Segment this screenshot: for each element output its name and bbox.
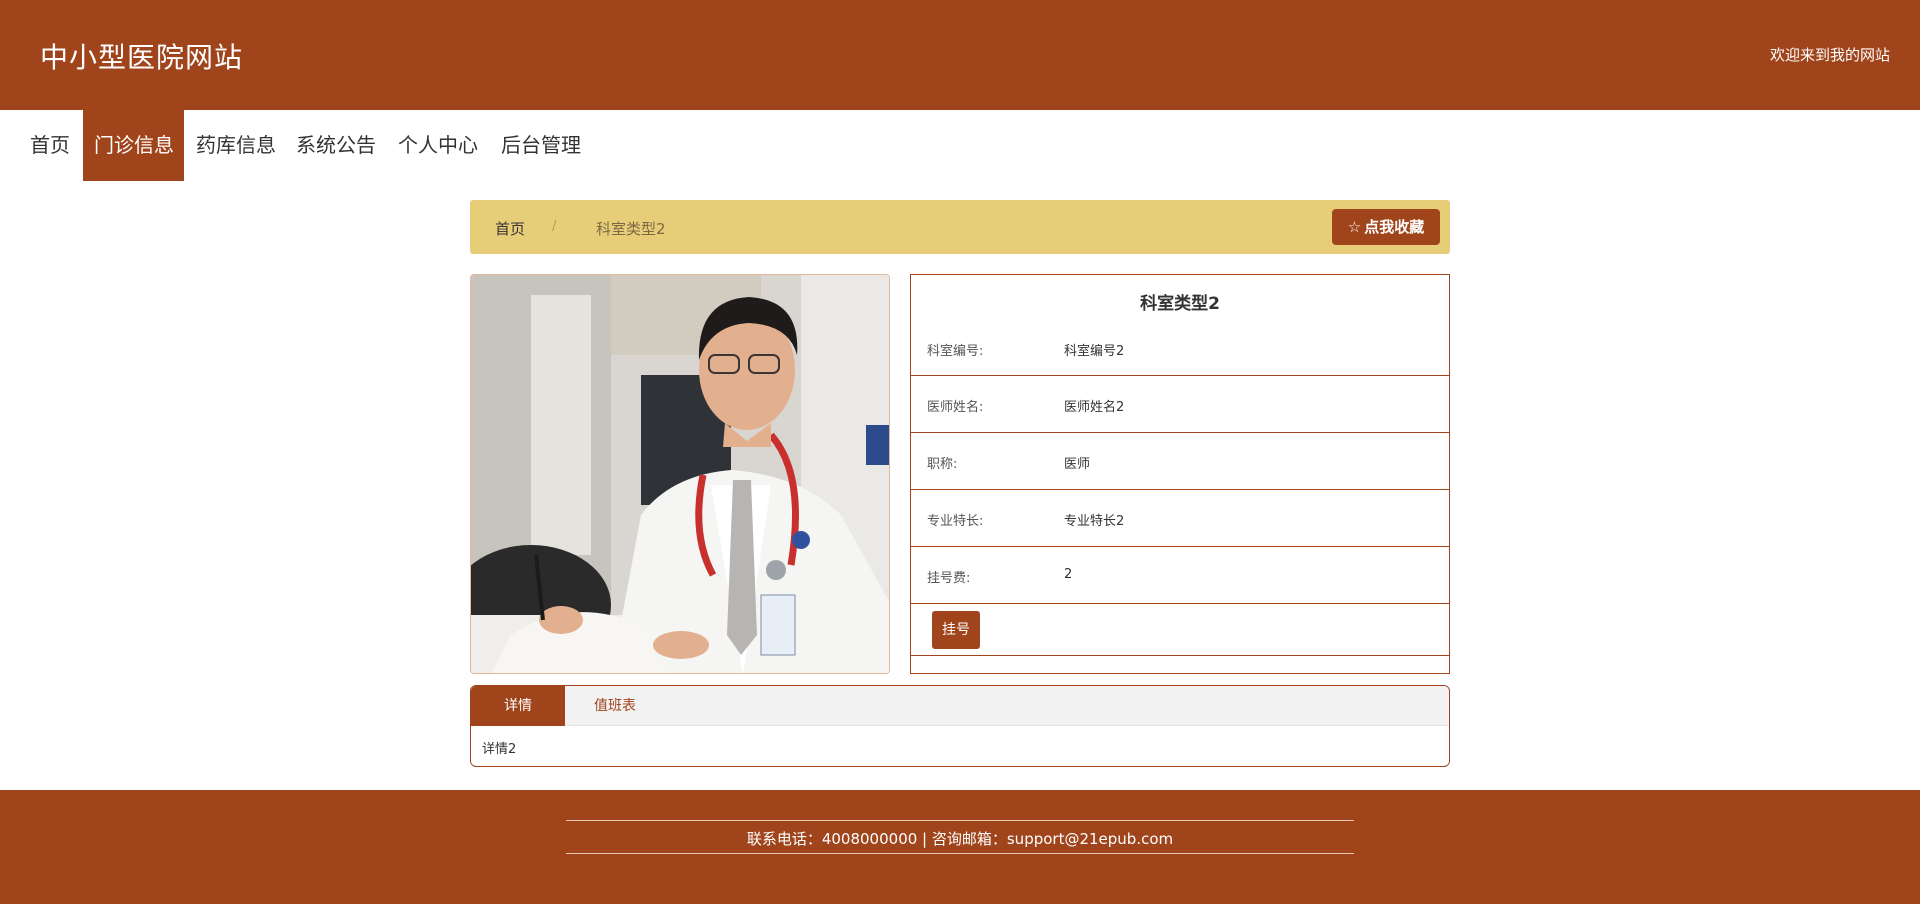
site-title: 中小型医院网站 <box>40 41 244 74</box>
footer-divider-bottom <box>566 853 1354 854</box>
nav-item-admin[interactable]: 后台管理 <box>491 110 591 181</box>
nav-item-announcements[interactable]: 系统公告 <box>286 110 386 181</box>
detail-row-title: 职称: 医师 <box>911 433 1449 490</box>
nav-item-personal-center[interactable]: 个人中心 <box>388 110 488 181</box>
footer-contact: 联系电话：4008000000 | 咨询邮箱：support@21epub.co… <box>746 830 1174 848</box>
detail-row-dept-code: 科室编号: 科室编号2 <box>911 275 1449 376</box>
detail-row-actions <box>911 604 1449 656</box>
footer-divider-top <box>566 820 1354 821</box>
doctor-photo <box>470 274 890 674</box>
dept-code-value: 科室编号2 <box>1064 344 1125 359</box>
dept-code-label: 科室编号: <box>927 344 984 359</box>
star-outline-icon: ☆ <box>1347 218 1362 236</box>
doctor-name-label: 医师姓名: <box>927 400 984 415</box>
nav-item-pharmacy[interactable]: 药库信息 <box>186 110 286 181</box>
breadcrumb: 首页 / 科室类型2 ☆ 点我收藏 <box>470 200 1450 254</box>
registration-fee-label: 挂号费: <box>927 571 971 586</box>
tab-duty-schedule[interactable]: 值班表 <box>565 686 665 726</box>
breadcrumb-home-link[interactable]: 首页 <box>495 218 525 239</box>
specialty-value: 专业特长2 <box>1064 514 1125 529</box>
main-nav: 首页 门诊信息 药库信息 系统公告 个人中心 后台管理 <box>0 110 1920 181</box>
detail-row-specialty: 专业特长: 专业特长2 <box>911 490 1449 547</box>
job-title-value: 医师 <box>1064 457 1091 472</box>
tabs-header: 详情 值班表 <box>471 686 1449 726</box>
specialty-label: 专业特长: <box>927 514 984 529</box>
breadcrumb-current: 科室类型2 <box>596 220 666 238</box>
tab-details[interactable]: 详情 <box>471 686 565 726</box>
site-footer: 联系电话：4008000000 | 咨询邮箱：support@21epub.co… <box>0 790 1920 904</box>
breadcrumb-separator: / <box>552 219 557 234</box>
detail-row-registration-fee: 挂号费: 2 <box>911 547 1449 604</box>
welcome-text: 欢迎来到我的网站 <box>1769 46 1890 64</box>
favorite-button[interactable]: ☆ 点我收藏 <box>1332 209 1440 245</box>
doctor-name-value: 医师姓名2 <box>1064 400 1125 415</box>
tab-content: 详情2 <box>482 742 517 757</box>
nav-item-home[interactable]: 首页 <box>20 110 80 181</box>
registration-fee-value: 2 <box>1064 567 1073 582</box>
favorite-button-label: 点我收藏 <box>1364 218 1425 236</box>
department-detail-panel: 科室类型2 科室编号: 科室编号2 医师姓名: 医师姓名2 职称: 医师 专业特… <box>910 274 1450 674</box>
detail-tabs: 详情 值班表 详情2 <box>470 685 1450 767</box>
register-button[interactable]: 挂号 <box>932 611 980 649</box>
nav-item-outpatient[interactable]: 门诊信息 <box>83 110 184 181</box>
detail-row-doctor-name: 医师姓名: 医师姓名2 <box>911 376 1449 433</box>
site-header: 中小型医院网站 欢迎来到我的网站 <box>0 0 1920 110</box>
job-title-label: 职称: <box>927 457 958 472</box>
